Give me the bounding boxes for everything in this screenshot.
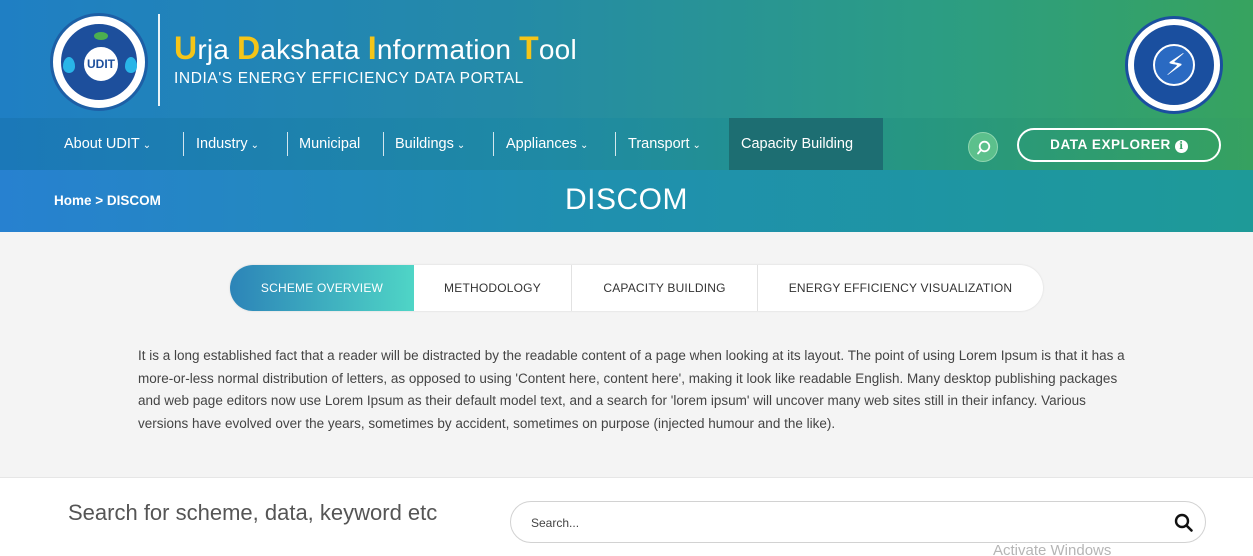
water-drop-icon [63, 57, 75, 73]
udit-logo[interactable]: UDIT [50, 13, 148, 111]
nav-separator [183, 132, 184, 156]
title-part-dakshata: Dakshata [237, 30, 368, 66]
nav-transport[interactable]: Transport ⌄ [628, 118, 701, 170]
nav-capacity-building[interactable]: Capacity Building [729, 118, 883, 170]
windows-activation-watermark: Activate Windows [993, 542, 1112, 556]
scheme-tabs: SCHEME OVERVIEW METHODOLOGY CAPACITY BUI… [230, 265, 1043, 311]
info-icon: i [1174, 140, 1188, 153]
bee-logo[interactable]: ⚡ [1125, 16, 1223, 114]
search-bar [510, 501, 1206, 543]
search-button[interactable] [968, 132, 998, 162]
title-part-urja: Urja [174, 30, 238, 66]
chevron-down-icon: ⌄ [456, 140, 466, 151]
water-drop-icon [125, 57, 137, 73]
lightning-bolt-icon: ⚡ [1165, 48, 1187, 83]
page-title: DISCOM [565, 183, 688, 216]
header-divider [158, 14, 160, 106]
search-input[interactable] [531, 513, 1151, 533]
tab-scheme-overview[interactable]: SCHEME OVERVIEW [230, 265, 414, 311]
nav-about-udit[interactable]: About UDIT ⌄ [64, 118, 151, 170]
data-explorer-button[interactable]: DATA EXPLORER i [1017, 128, 1221, 162]
bee-logo-ring: ⚡ [1134, 25, 1214, 105]
nav-appliances[interactable]: Appliances ⌄ [506, 118, 588, 170]
leaf-icon [94, 32, 108, 40]
udit-logo-ring: UDIT [59, 22, 139, 102]
site-header: UDIT Urja Dakshata Information Tool INDI… [0, 0, 1253, 118]
tab-capacity-building[interactable]: CAPACITY BUILDING [572, 265, 758, 311]
udit-logo-core: UDIT [81, 44, 121, 84]
title-part-information: Information [367, 30, 520, 66]
title-part-tool: Tool [519, 30, 577, 66]
search-heading: Search for scheme, data, keyword etc [68, 500, 438, 525]
tab-energy-efficiency-visualization[interactable]: ENERGY EFFICIENCY VISUALIZATION [758, 265, 1043, 311]
page-banner: Home > DISCOM DISCOM [0, 170, 1253, 232]
chevron-down-icon: ⌄ [579, 140, 589, 151]
search-icon[interactable] [1174, 513, 1194, 533]
nav-separator [383, 132, 384, 156]
site-title[interactable]: Urja Dakshata Information Tool [174, 30, 577, 67]
nav-separator [493, 132, 494, 156]
search-icon [977, 140, 991, 155]
nav-buildings[interactable]: Buildings ⌄ [395, 118, 465, 170]
bee-logo-core: ⚡ [1153, 44, 1195, 86]
site-subtitle: INDIA'S ENERGY EFFICIENCY DATA PORTAL [174, 70, 524, 87]
nav-separator [615, 132, 616, 156]
chevron-down-icon: ⌄ [692, 140, 701, 151]
nav-municipal[interactable]: Municipal [299, 118, 360, 170]
chevron-down-icon: ⌄ [142, 140, 152, 151]
nav-separator [287, 132, 288, 156]
nav-industry[interactable]: Industry ⌄ [196, 118, 259, 170]
chevron-down-icon: ⌄ [250, 140, 259, 151]
scheme-overview-text: It is a long established fact that a rea… [138, 348, 1125, 431]
tab-methodology[interactable]: METHODOLOGY [414, 265, 572, 311]
